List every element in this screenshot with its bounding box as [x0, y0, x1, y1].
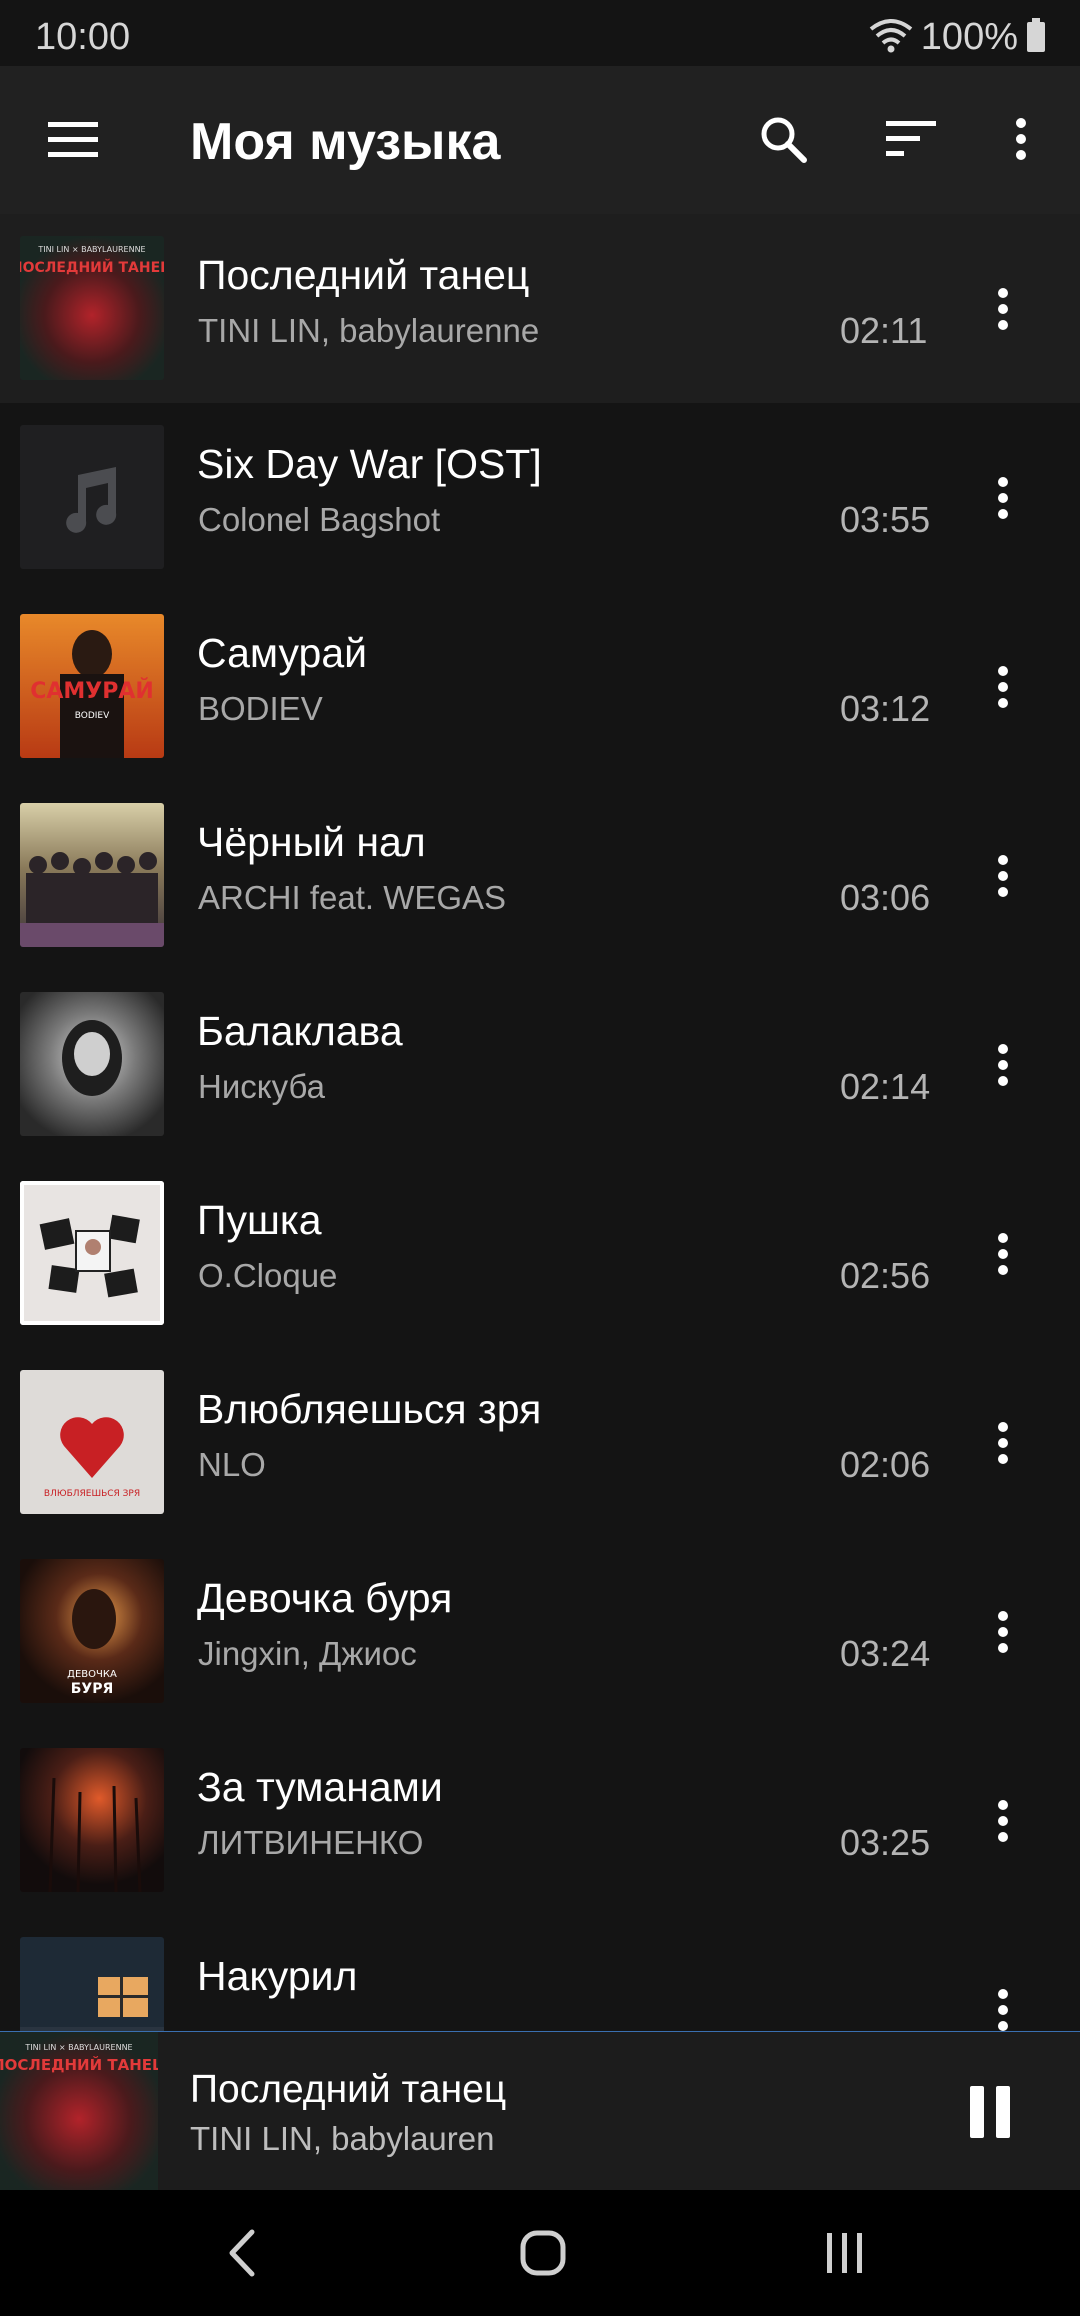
- battery-percent: 100%: [920, 16, 1018, 58]
- album-cover: [20, 992, 164, 1136]
- mini-player[interactable]: TINI LIN × BABYLAURENNE ПОСЛЕДНИЙ ТАНЕЦ …: [0, 2032, 1080, 2190]
- player-track-title: Последний танец: [190, 2068, 507, 2111]
- track-duration: 03:12: [840, 688, 931, 729]
- album-cover: САМУРАЙ BODIEV: [20, 614, 164, 758]
- cover-title-text: ДЕВОЧКА: [67, 1669, 117, 1680]
- track-duration: 02:56: [840, 1255, 931, 1296]
- track-title: Последний танец: [197, 252, 530, 298]
- track-artist: Нискуба: [198, 1068, 325, 1105]
- album-cover: [20, 1748, 164, 1892]
- track-more-icon[interactable]: [968, 453, 1038, 543]
- track-more-icon[interactable]: [968, 642, 1038, 732]
- cover-title-text: САМУРАЙ: [30, 678, 154, 704]
- track-row[interactable]: ДЕВОЧКА БУРЯ Девочка буря Jingxin, Джиос…: [0, 1537, 1080, 1726]
- track-duration: 03:55: [840, 499, 931, 540]
- cover-sub-text: TINI LIN × BABYLAURENNE: [37, 245, 145, 254]
- track-more-icon[interactable]: [968, 264, 1038, 354]
- track-duration: 03:25: [840, 1822, 931, 1863]
- search-icon[interactable]: [738, 94, 828, 184]
- sort-icon[interactable]: [866, 94, 956, 184]
- back-icon[interactable]: [196, 2213, 286, 2293]
- album-cover: [20, 1181, 164, 1325]
- home-icon[interactable]: [498, 2213, 588, 2293]
- track-artist: Colonel Bagshot: [198, 501, 441, 538]
- track-duration: 02:11: [840, 310, 928, 351]
- track-artist: Jingxin, Джиос: [198, 1635, 417, 1672]
- track-artist: O.Cloque: [198, 1257, 338, 1294]
- track-row[interactable]: Six Day War [OST] Colonel Bagshot 03:55: [0, 403, 1080, 592]
- cover-sub-text: BODIEV: [75, 711, 110, 721]
- cover-sub-text: TINI LIN × BABYLAURENNE: [24, 2043, 132, 2052]
- track-more-icon[interactable]: [968, 1965, 1038, 2032]
- album-cover: TINI LIN × BABYLAURENNE ПОСЛЕДНИЙ ТАНЕЦ: [20, 236, 164, 380]
- more-vert-icon[interactable]: [976, 94, 1066, 184]
- pause-icon: [970, 2086, 1010, 2138]
- track-title: Самурай: [197, 630, 368, 676]
- status-bar: 10:00 100%: [0, 0, 1080, 66]
- track-title: Чёрный нал: [197, 819, 426, 865]
- track-artist: ARCHI feat. WEGAS: [198, 879, 507, 916]
- player-album-cover[interactable]: TINI LIN × BABYLAURENNE ПОСЛЕДНИЙ ТАНЕЦ: [0, 2032, 158, 2190]
- track-artist: TINI LIN, babylaurenne: [198, 312, 540, 349]
- wifi-icon: [869, 17, 913, 58]
- track-list[interactable]: TINI LIN × BABYLAURENNE ПОСЛЕДНИЙ ТАНЕЦ …: [0, 214, 1080, 2032]
- system-nav-bar: [0, 2190, 1080, 2316]
- track-more-icon[interactable]: [968, 1209, 1038, 1299]
- cover-title-text: ПОСЛЕДНИЙ ТАНЕЦ: [0, 2055, 158, 2074]
- track-row[interactable]: Чёрный нал ARCHI feat. WEGAS 03:06: [0, 781, 1080, 970]
- app-bar: Моя музыка: [0, 66, 1080, 214]
- album-cover-placeholder: [20, 425, 164, 569]
- track-more-icon[interactable]: [968, 1587, 1038, 1677]
- album-cover: [20, 1937, 164, 2032]
- track-artist: NLO: [198, 1446, 266, 1483]
- album-cover: ВЛЮБЛЯЕШЬСЯ ЗРЯ: [20, 1370, 164, 1514]
- track-row[interactable]: Пушка O.Cloque 02:56: [0, 1159, 1080, 1348]
- track-title: Накурил: [197, 1953, 358, 1999]
- battery-icon: [1026, 18, 1046, 57]
- status-time: 10:00: [35, 16, 131, 58]
- track-title: Девочка буря: [197, 1575, 453, 1621]
- track-row[interactable]: TINI LIN × BABYLAURENNE ПОСЛЕДНИЙ ТАНЕЦ …: [0, 214, 1080, 403]
- track-more-icon[interactable]: [968, 831, 1038, 921]
- track-row[interactable]: ВЛЮБЛЯЕШЬСЯ ЗРЯ Влюбляешься зря NLO 02:0…: [0, 1348, 1080, 1537]
- album-cover: [20, 803, 164, 947]
- page-title: Моя музыка: [190, 113, 501, 171]
- track-row[interactable]: Накурил: [0, 1915, 1080, 2032]
- track-duration: 02:14: [840, 1066, 931, 1107]
- track-duration: 03:06: [840, 877, 931, 918]
- track-row[interactable]: САМУРАЙ BODIEV Самурай BODIEV 03:12: [0, 592, 1080, 781]
- track-row[interactable]: Балаклава Нискуба 02:14: [0, 970, 1080, 1159]
- track-title: Влюбляешься зря: [197, 1386, 542, 1432]
- cover-title-text: ПОСЛЕДНИЙ ТАНЕЦ: [20, 259, 164, 276]
- track-title: Six Day War [OST]: [197, 441, 542, 487]
- track-row[interactable]: За туманами ЛИТВИНЕНКО 03:25: [0, 1726, 1080, 1915]
- track-title: Пушка: [197, 1197, 322, 1243]
- track-artist: BODIEV: [198, 690, 323, 727]
- recents-icon[interactable]: [800, 2213, 890, 2293]
- cover-sub-text: БУРЯ: [71, 1681, 114, 1697]
- album-cover: ДЕВОЧКА БУРЯ: [20, 1559, 164, 1703]
- track-duration: 03:24: [840, 1633, 931, 1674]
- track-duration: 02:06: [840, 1444, 931, 1485]
- track-more-icon[interactable]: [968, 1398, 1038, 1488]
- track-title: За туманами: [197, 1764, 443, 1810]
- player-track-artist: TINI LIN, babylauren: [190, 2120, 495, 2157]
- track-more-icon[interactable]: [968, 1776, 1038, 1866]
- pause-button[interactable]: [950, 2072, 1030, 2152]
- menu-icon[interactable]: [28, 95, 118, 185]
- cover-title-text: ВЛЮБЛЯЕШЬСЯ ЗРЯ: [44, 1489, 140, 1499]
- track-title: Балаклава: [197, 1008, 403, 1054]
- track-artist: ЛИТВИНЕНКО: [198, 1824, 424, 1861]
- track-more-icon[interactable]: [968, 1020, 1038, 1110]
